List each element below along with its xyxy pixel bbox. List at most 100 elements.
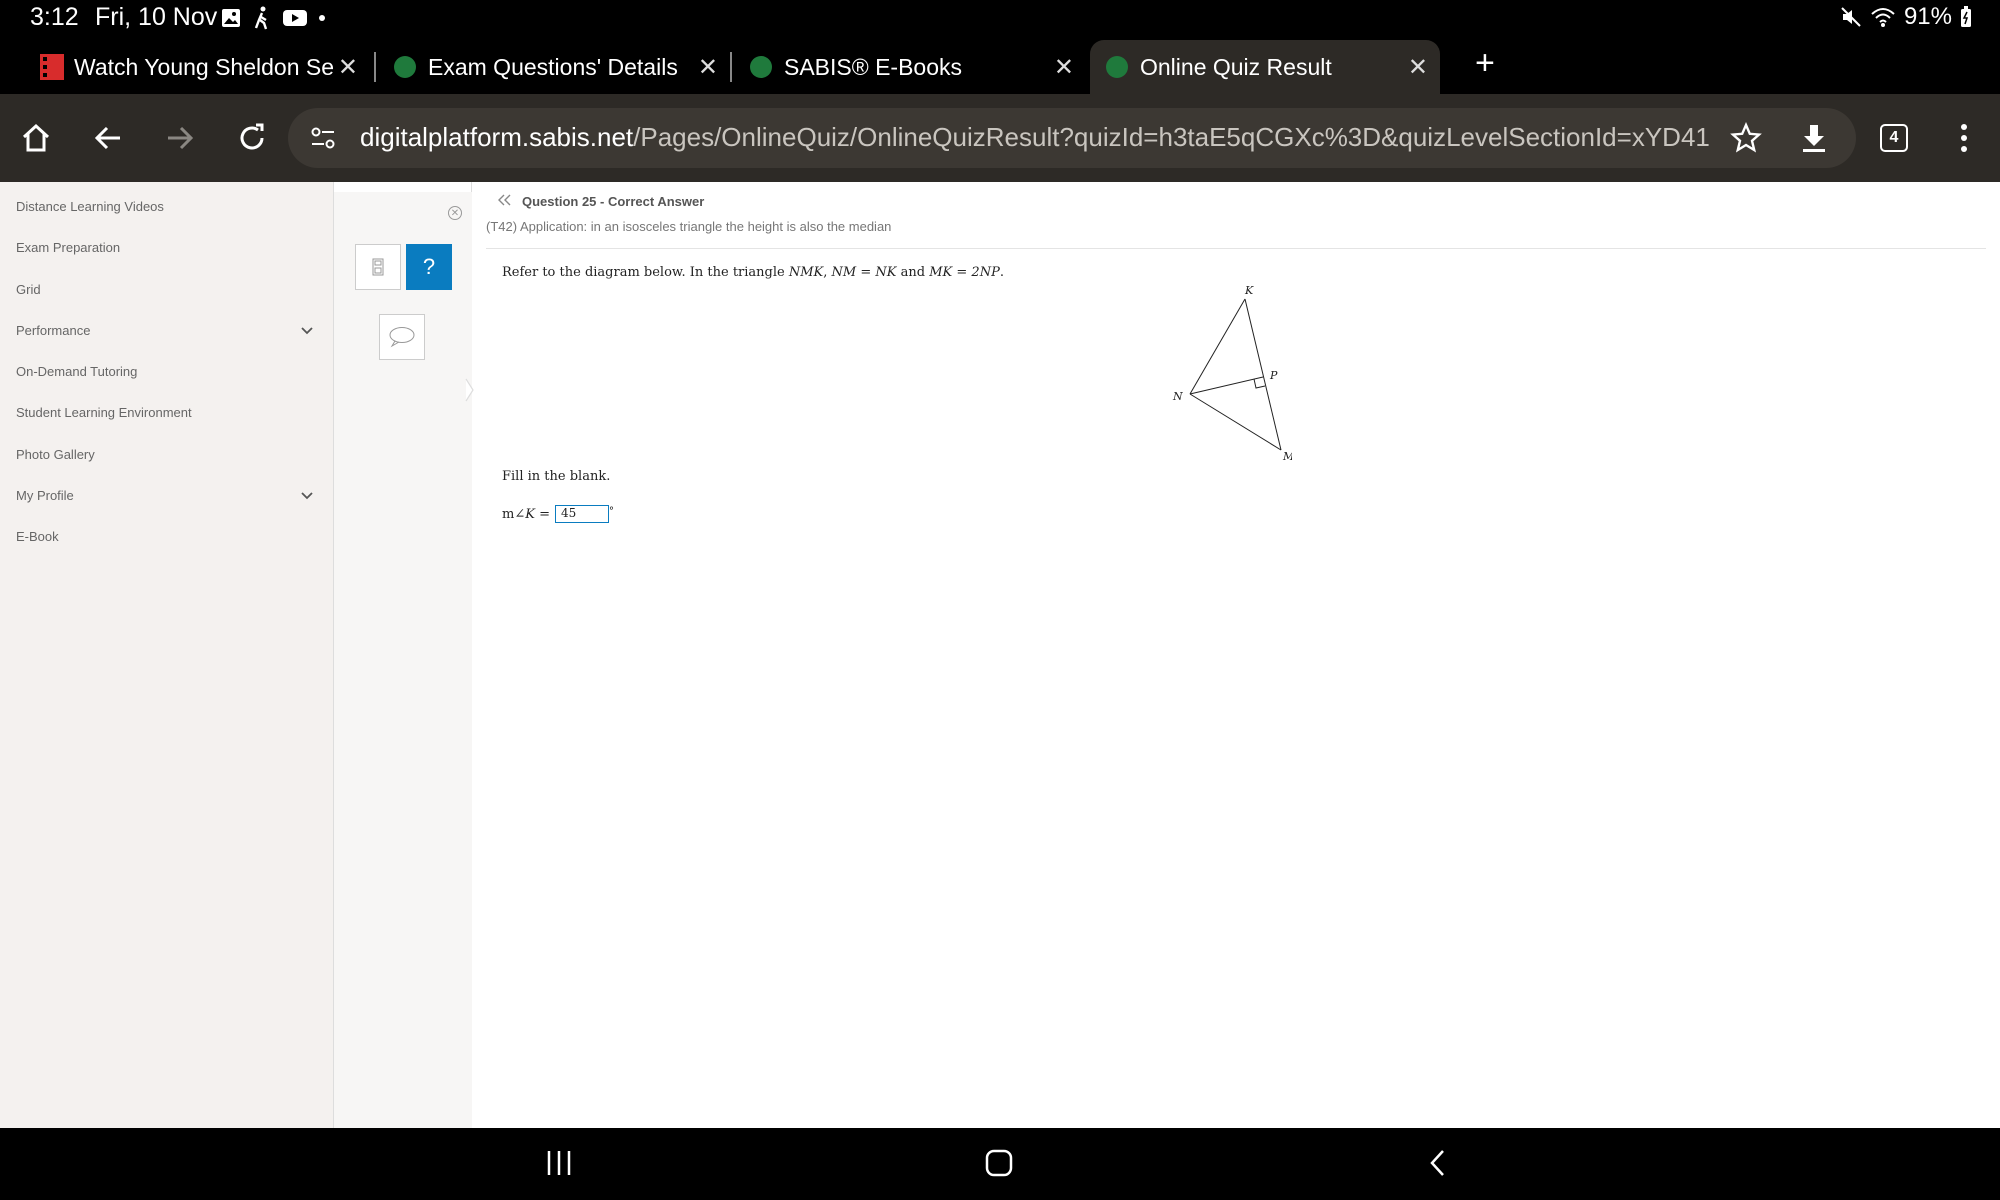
site-settings-icon[interactable]: [310, 126, 336, 150]
tab-young-sheldon[interactable]: Watch Young Sheldon Se ✕: [40, 40, 370, 94]
prompt-and: and: [900, 265, 926, 280]
sidebar-item-e-book[interactable]: E-Book: [16, 529, 59, 544]
tab-switcher-button[interactable]: 4: [1880, 124, 1908, 152]
double-chevron-left-icon[interactable]: [496, 193, 512, 207]
divider: [486, 248, 1986, 249]
browser-toolbar: digitalplatform.sabis.net/Pages/OnlineQu…: [0, 94, 2000, 182]
side-kn: [1189, 298, 1246, 395]
sidebar-item-performance[interactable]: Performance: [16, 323, 90, 338]
answer-row: m∠ K = 45 °: [502, 505, 614, 523]
close-tab-icon[interactable]: ✕: [698, 53, 718, 82]
chevron-down-icon[interactable]: [300, 491, 314, 501]
question-prompt: Refer to the diagram below. In the trian…: [502, 265, 1004, 280]
label-m: M: [1282, 450, 1292, 463]
dot-icon: [319, 15, 325, 21]
tab-online-quiz-result[interactable]: Online Quiz Result ✕: [1090, 40, 1440, 94]
prompt-nk: NK: [875, 265, 897, 280]
question-mark-icon: ?: [422, 254, 436, 279]
sidebar-item-photo-gallery[interactable]: Photo Gallery: [16, 447, 95, 462]
help-button[interactable]: ?: [406, 244, 452, 290]
question-subtitle: (T42) Application: in an isosceles trian…: [486, 219, 892, 234]
calculator-icon: [372, 258, 384, 276]
triangle-diagram: K P N M: [1172, 284, 1292, 463]
side-nm: [1189, 393, 1282, 451]
right-angle-mark: [1253, 378, 1266, 389]
answer-variable: K: [525, 506, 535, 522]
sidebar-item-my-profile[interactable]: My Profile: [16, 488, 74, 503]
address-bar[interactable]: digitalplatform.sabis.net/Pages/OnlineQu…: [288, 108, 1856, 168]
comment-button[interactable]: [379, 314, 425, 360]
status-bar: 3:12 Fri, 10 Nov 91%: [0, 0, 2000, 36]
bookmark-star-icon[interactable]: [1730, 122, 1762, 154]
walking-icon: [254, 6, 268, 30]
tab-divider: [374, 52, 376, 82]
label-p: P: [1269, 369, 1278, 382]
sabis-tree-icon: [394, 56, 416, 78]
battery-icon: [1961, 6, 1971, 27]
tab-exam-questions[interactable]: Exam Questions' Details ✕: [394, 40, 730, 94]
degree-unit: °: [609, 505, 614, 517]
tab-title: SABIS® E-Books: [784, 53, 963, 80]
height-np: [1189, 376, 1264, 395]
label-n: N: [1172, 390, 1183, 403]
calculator-button[interactable]: [355, 244, 401, 290]
prompt-2np: 2NP: [971, 265, 1000, 280]
url-domain: digitalplatform.sabis.net: [360, 122, 634, 152]
forward-arrow-icon[interactable]: [158, 116, 202, 160]
status-time: 3:12: [30, 3, 79, 31]
home-icon[interactable]: [14, 116, 58, 160]
sidebar-item-student-learning-environment[interactable]: Student Learning Environment: [16, 405, 192, 420]
close-tab-icon[interactable]: ✕: [338, 53, 358, 82]
question-header: Question 25 - Correct Answer: [522, 194, 705, 209]
prompt-comma: ,: [823, 265, 832, 280]
mute-icon: [1841, 7, 1861, 27]
fill-instruction: Fill in the blank.: [502, 469, 611, 484]
sabis-tree-icon: [750, 56, 772, 78]
close-tab-icon[interactable]: ✕: [1054, 53, 1074, 82]
back-arrow-icon[interactable]: [86, 116, 130, 160]
question-tools-panel: ? ✕: [334, 182, 474, 1128]
sidebar-item-on-demand-tutoring[interactable]: On-Demand Tutoring: [16, 364, 137, 379]
tab-sabis-ebooks[interactable]: SABIS® E-Books ✕: [750, 40, 1086, 94]
notification-icons: [220, 6, 326, 30]
tab-title: Watch Young Sheldon Se: [74, 53, 334, 80]
home-button-icon[interactable]: [984, 1148, 1014, 1178]
new-tab-plus-icon[interactable]: +: [1475, 44, 1495, 83]
sidebar-item-exam-preparation[interactable]: Exam Preparation: [16, 240, 120, 255]
tab-divider: [730, 52, 732, 82]
url-text[interactable]: digitalplatform.sabis.net/Pages/OnlineQu…: [360, 122, 1800, 153]
close-tab-icon[interactable]: ✕: [1408, 53, 1428, 82]
back-icon[interactable]: [1428, 1148, 1448, 1178]
battery-percent: 91%: [1903, 3, 1952, 30]
menu-kebab-icon[interactable]: [1942, 116, 1986, 160]
sidebar-item-grid[interactable]: Grid: [16, 282, 41, 297]
tab-title: Online Quiz Result: [1140, 53, 1332, 80]
answer-input[interactable]: 45: [555, 505, 609, 523]
tab-strip: Watch Young Sheldon Se ✕ Exam Questions'…: [0, 36, 2000, 94]
prompt-triangle: NMK: [788, 265, 824, 280]
sidebar-item-distance-learning[interactable]: Distance Learning Videos: [16, 199, 164, 214]
web-content: Distance Learning Videos Exam Preparatio…: [0, 182, 2000, 1128]
prompt-text: Refer to the diagram below. In the trian…: [502, 265, 789, 280]
answer-prefix: m∠: [502, 506, 526, 522]
prompt-mk: MK: [929, 265, 953, 280]
answer-equals: =: [539, 506, 550, 522]
wifi-icon: [1871, 8, 1895, 27]
tab-title: Exam Questions' Details: [428, 53, 678, 80]
youtube-icon: [283, 10, 307, 26]
status-date: Fri, 10 Nov: [95, 3, 218, 31]
gallery-icon: [222, 9, 240, 27]
film-icon: [40, 54, 64, 80]
system-nav-bar: [0, 1128, 2000, 1200]
close-panel-icon[interactable]: ✕: [448, 206, 462, 220]
label-k: K: [1244, 284, 1254, 297]
download-icon[interactable]: [1792, 116, 1836, 160]
url-path: /Pages/OnlineQuiz/OnlineQuizResult?quizI…: [633, 122, 1710, 152]
sidebar: Distance Learning Videos Exam Preparatio…: [0, 182, 334, 1128]
question-panel: Question 25 - Correct Answer (T42) Appli…: [472, 182, 2000, 1128]
sabis-tree-icon: [1106, 56, 1128, 78]
recents-icon[interactable]: [546, 1148, 572, 1178]
reload-icon[interactable]: [230, 116, 274, 160]
prompt-nm: NM: [831, 265, 857, 280]
chevron-down-icon[interactable]: [300, 326, 314, 336]
